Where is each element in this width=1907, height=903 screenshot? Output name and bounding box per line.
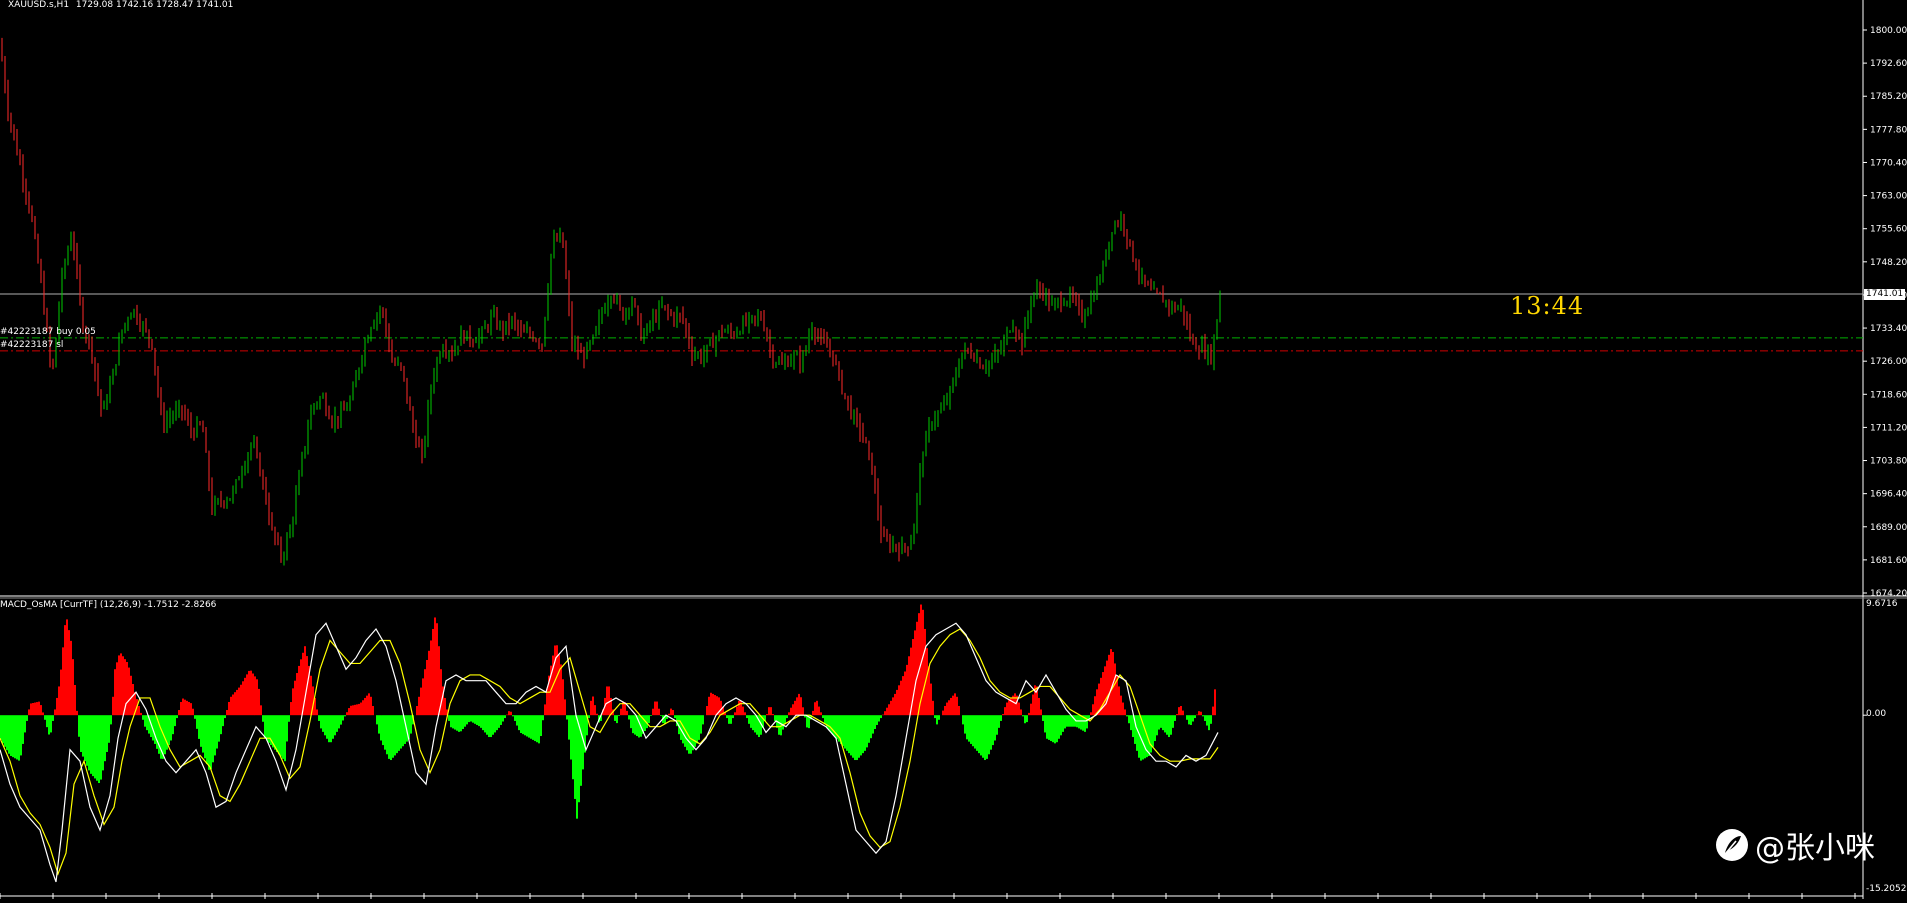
price-tick-label: 1689.00 (1870, 523, 1907, 533)
feather-logo-icon (1716, 829, 1748, 861)
trading-chart-stage: 1800.00 1792.60 1785.20 1777.80 1770.40 1763.… (0, 0, 1907, 899)
chart-header: XAUUSD.s,H1 1729.08 1742.16 1728.47 1741… (8, 0, 233, 11)
macd-axis-zero: 0.00 (1866, 709, 1887, 719)
price-tick-label: 1703.80 (1870, 457, 1907, 467)
current-price-tag: 1741.01 (1864, 289, 1906, 300)
price-tick-label: 1763.00 (1870, 192, 1907, 202)
price-tick-label: 1718.60 (1870, 390, 1907, 400)
macd-axis-bottom: -15.2052 (1866, 884, 1907, 894)
macd-signal-line-white (0, 622, 1219, 883)
macd-axis-top: 9.6716 (1866, 599, 1898, 609)
order-sl-label: #42223187 sl (0, 340, 64, 350)
price-tick-label: 1726.00 (1870, 357, 1907, 367)
price-tick-label: 1800.00 (1870, 26, 1907, 36)
price-tick-label: 1733.40 (1870, 324, 1907, 334)
candle-timer: 13:44 (1510, 292, 1585, 320)
watermark: @张小咪 (1715, 823, 1875, 867)
price-tick-label: 1755.60 (1870, 225, 1907, 235)
price-tick-label: 1674.20 (1870, 589, 1907, 599)
price-tick-label: 1711.20 (1870, 423, 1907, 433)
chart-symbol: XAUUSD.s,H1 (8, 0, 70, 10)
price-tick-label: 1748.20 (1870, 258, 1907, 268)
price-tick-label: 1696.40 (1870, 490, 1907, 500)
price-tick-label: 1681.60 (1870, 556, 1907, 566)
price-tick-label: 1777.80 (1870, 125, 1907, 135)
price-tick-label: 1770.40 (1870, 158, 1907, 168)
macd-signal-line-yellow (0, 628, 1219, 876)
macd-title: MACD_OsMA [CurrTF] (12,26,9) -1.7512 -2.… (0, 600, 217, 610)
price-tick-label: 1792.60 (1870, 59, 1907, 69)
price-tick-label: 1785.20 (1870, 92, 1907, 102)
order-buy-label: #42223187 buy 0.05 (0, 327, 96, 337)
chart-ohlc: 1729.08 1742.16 1728.47 1741.01 (75, 0, 234, 10)
chart-canvas[interactable]: 1800.00 1792.60 1785.20 1777.80 1770.40 1763.… (0, 0, 1907, 899)
watermark-text: @张小咪 (1755, 831, 1875, 866)
